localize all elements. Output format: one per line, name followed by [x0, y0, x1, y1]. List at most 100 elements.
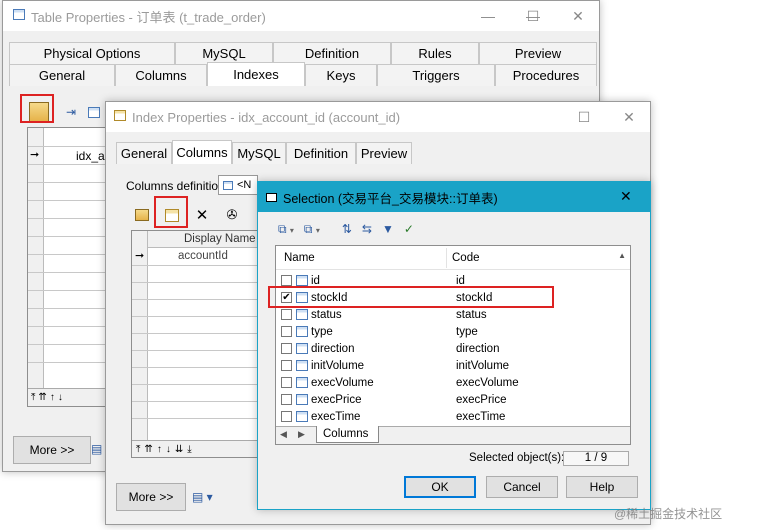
- checkbox[interactable]: [281, 326, 292, 337]
- tab-indexes[interactable]: Indexes: [207, 62, 305, 86]
- move-top-icon[interactable]: ⤒: [31, 392, 35, 403]
- tab-rules[interactable]: Rules: [391, 42, 479, 64]
- options-icon[interactable]: ▤ ▾: [192, 490, 213, 504]
- columns-definition-select[interactable]: <N: [218, 175, 258, 195]
- move-up-fast-icon[interactable]: ⇈: [144, 444, 152, 455]
- move-up-icon[interactable]: ↑: [50, 392, 55, 403]
- column-icon: [296, 309, 308, 320]
- tab-physical-options[interactable]: Physical Options: [9, 42, 175, 64]
- grid-line: [28, 326, 106, 327]
- minimize-button[interactable]: —: [466, 1, 510, 31]
- move-down-icon[interactable]: ↓: [166, 444, 171, 455]
- delete-icon[interactable]: ✕: [192, 205, 212, 225]
- grid-line: [132, 265, 258, 266]
- close-button[interactable]: ✕: [620, 188, 632, 205]
- move-down-fast-icon[interactable]: ⇊: [175, 444, 183, 455]
- help-button[interactable]: Help: [566, 476, 638, 498]
- grid-line: [28, 236, 106, 237]
- add-row-icon[interactable]: [84, 102, 104, 122]
- list-item[interactable]: type type: [279, 323, 629, 340]
- row-name: execVolume: [311, 376, 374, 389]
- move-down-icon[interactable]: ↓: [58, 392, 63, 403]
- header-divider: [446, 248, 447, 268]
- row-name: execTime: [311, 410, 361, 423]
- scroll-right-icon[interactable]: ▶: [298, 429, 305, 440]
- grid-line: [132, 299, 258, 300]
- tab-triggers[interactable]: Triggers: [377, 64, 495, 86]
- tab-columns[interactable]: Columns: [115, 64, 207, 86]
- selection-window: Selection (交易平台_交易模块::订单表) ✕ ⧉ ▾ ⧉ ▾ ⇅ ⇆…: [257, 181, 651, 510]
- list-item[interactable]: direction direction: [279, 340, 629, 357]
- selection-list: Name Code ▲ id id ✔ stockId stockId status sta…: [275, 245, 631, 445]
- options-icon[interactable]: ▤: [91, 442, 102, 456]
- row-name: status: [311, 308, 342, 321]
- tab-definition[interactable]: Definition: [286, 142, 356, 164]
- tab-row-1: Physical Options MySQL Definition Rules …: [9, 42, 597, 64]
- columns-definition-label: Columns definition:: [126, 179, 229, 193]
- use-filter-icon[interactable]: ✓: [404, 222, 414, 237]
- move-top-icon[interactable]: ⤒: [136, 444, 140, 455]
- checkbox[interactable]: [281, 275, 292, 286]
- column-icon: [296, 360, 308, 371]
- tab-mysql[interactable]: MySQL: [175, 42, 273, 64]
- move-up-icon[interactable]: ↑: [157, 444, 162, 455]
- more-button[interactable]: More >>: [13, 436, 91, 464]
- tab-keys[interactable]: Keys: [305, 64, 377, 86]
- name-column-header[interactable]: Name: [284, 252, 315, 264]
- grid-line: [132, 316, 258, 317]
- checkbox[interactable]: [281, 394, 292, 405]
- more-button[interactable]: More >>: [116, 483, 186, 511]
- tab-general[interactable]: General: [116, 142, 172, 164]
- grid-line: [132, 333, 258, 334]
- checkbox[interactable]: [281, 343, 292, 354]
- sort-descending-icon[interactable]: ⇆: [362, 222, 372, 237]
- ok-button[interactable]: OK: [404, 476, 476, 498]
- checkbox[interactable]: [281, 360, 292, 371]
- deselect-icon[interactable]: ⧉ ▾: [304, 222, 320, 237]
- scroll-left-icon[interactable]: ◀: [280, 429, 287, 440]
- row-name: type: [311, 325, 333, 338]
- tab-preview[interactable]: Preview: [356, 142, 412, 164]
- list-item[interactable]: status status: [279, 306, 629, 323]
- checkbox[interactable]: [281, 377, 292, 388]
- selection-toolbar: ⧉ ▾ ⧉ ▾ ⇅ ⇆ ▼ ✓: [278, 222, 414, 237]
- list-icon: [223, 180, 233, 190]
- tab-general[interactable]: General: [9, 64, 115, 86]
- filter-icon[interactable]: ▼: [382, 222, 394, 237]
- grid-line: [28, 182, 106, 183]
- sort-ascending-icon[interactable]: ⇅: [342, 222, 352, 237]
- tab-columns[interactable]: Columns: [172, 140, 232, 164]
- tab-definition[interactable]: Definition: [273, 42, 391, 64]
- maximize-button[interactable]: ☐: [511, 1, 555, 31]
- properties-icon[interactable]: [132, 205, 152, 225]
- grid-line: [132, 384, 258, 385]
- row-header-column: [28, 128, 44, 406]
- tab-preview[interactable]: Preview: [479, 42, 597, 64]
- column-row-name[interactable]: accountId: [178, 250, 228, 262]
- cancel-button[interactable]: Cancel: [486, 476, 558, 498]
- selection-titlebar: Selection (交易平台_交易模块::订单表): [258, 182, 650, 212]
- scroll-up-arrow-icon[interactable]: ▲: [618, 251, 626, 260]
- checkbox[interactable]: [281, 411, 292, 422]
- move-bottom-icon[interactable]: ⤓: [187, 444, 191, 455]
- code-column-header[interactable]: Code: [452, 252, 480, 264]
- close-button[interactable]: ✕: [556, 1, 600, 31]
- list-item[interactable]: execTime execTime: [279, 408, 629, 425]
- list-header: Name Code ▲: [276, 246, 630, 270]
- maximize-button[interactable]: ☐: [562, 102, 606, 132]
- sheet-tab-columns[interactable]: Columns: [316, 426, 380, 443]
- row-code: execTime: [456, 410, 506, 423]
- checkbox[interactable]: [281, 309, 292, 320]
- move-up-fast-icon[interactable]: ⇈: [38, 392, 46, 403]
- select-all-icon[interactable]: ⧉ ▾: [278, 222, 294, 237]
- list-item[interactable]: execVolume execVolume: [279, 374, 629, 391]
- list-item[interactable]: initVolume initVolume: [279, 357, 629, 374]
- list-item[interactable]: execPrice execPrice: [279, 391, 629, 408]
- find-icon[interactable]: ✇: [222, 205, 242, 225]
- column-icon: [296, 326, 308, 337]
- tab-mysql[interactable]: MySQL: [232, 142, 286, 164]
- grid-line: [132, 401, 258, 402]
- close-button[interactable]: ✕: [607, 102, 651, 132]
- tab-procedures[interactable]: Procedures: [495, 64, 597, 86]
- insert-row-icon[interactable]: ⇥: [61, 102, 81, 122]
